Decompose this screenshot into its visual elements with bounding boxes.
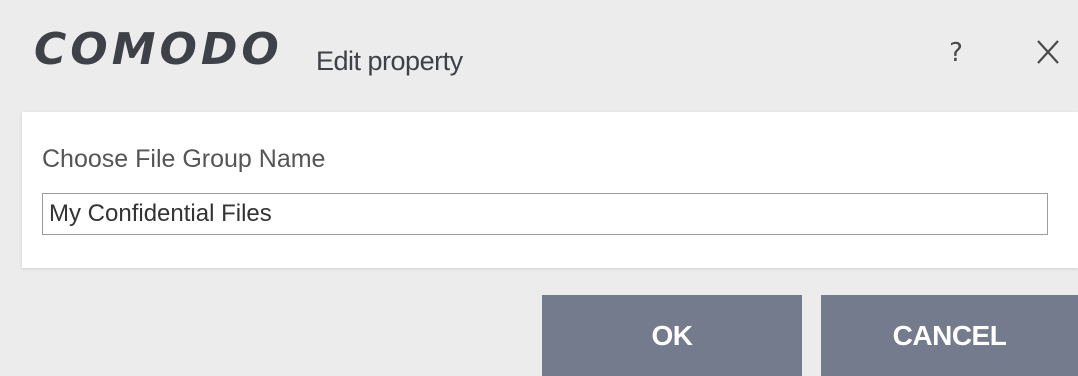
ok-button[interactable]: OK	[542, 295, 802, 376]
close-icon	[1037, 40, 1059, 64]
help-button[interactable]: ?	[944, 36, 968, 70]
content-panel: Choose File Group Name	[22, 112, 1078, 268]
file-group-name-input[interactable]	[42, 193, 1048, 235]
close-button[interactable]	[1034, 34, 1064, 70]
comodo-logo: COMODO	[34, 24, 283, 75]
dialog-title: Edit property	[316, 46, 463, 76]
file-group-name-label: Choose File Group Name	[42, 145, 326, 173]
dialog-header: COMODO Edit property ?	[0, 0, 1078, 112]
edit-property-dialog: COMODO Edit property ? Choose File Group…	[0, 0, 1078, 376]
cancel-button[interactable]: CANCEL	[821, 295, 1078, 376]
